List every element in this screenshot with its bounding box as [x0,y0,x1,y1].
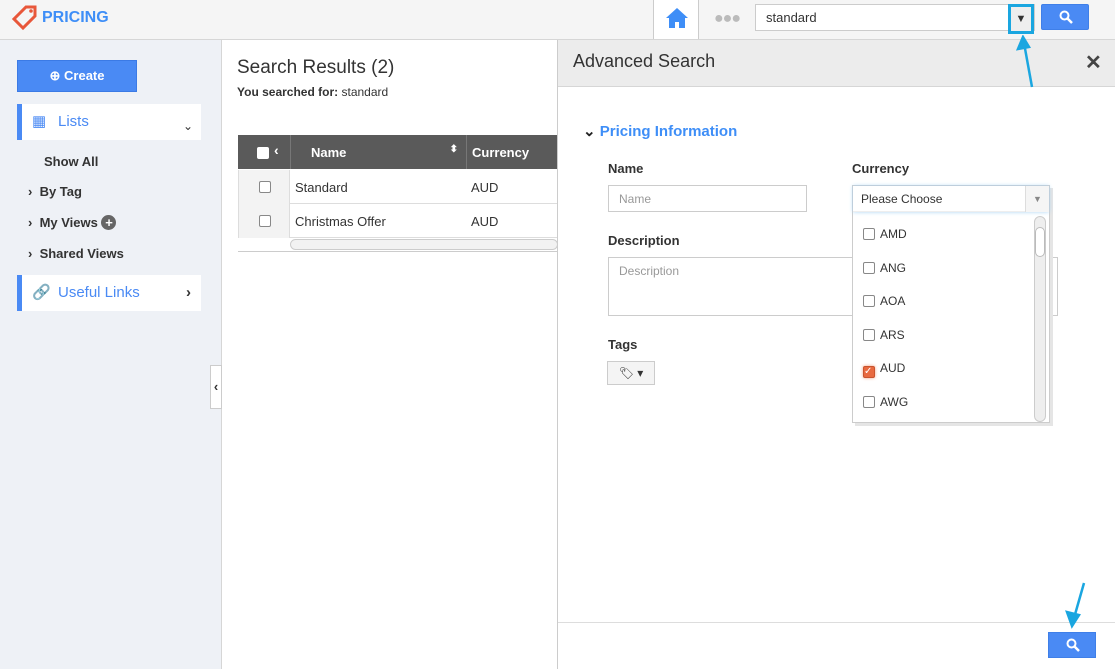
search-icon [1059,10,1073,24]
description-label: Description [608,233,680,248]
search-summary: You searched for: standard [237,85,389,99]
close-icon[interactable]: ✕ [1085,50,1102,75]
currency-option-aud[interactable]: ✓ AUD [863,360,905,380]
create-button[interactable]: ⊕ Create [17,60,137,92]
name-label: Name [608,161,644,176]
sidebar: ⊕ Create ▦ Lists ⌄ Show All › By Tag › M… [0,40,222,669]
chevron-right-icon: › [186,284,191,301]
option-checkbox[interactable]: ✓ [863,366,875,379]
grid-icon: ▦ [32,113,47,130]
select-all-checkbox[interactable] [257,147,269,159]
tags-label: Tags [608,337,638,352]
home-icon [666,8,688,28]
lists-panel[interactable]: ▦ Lists ⌄ [17,104,201,140]
useful-links-panel[interactable]: 🔗 Useful Links › [17,275,201,311]
add-view-icon[interactable]: + [101,215,117,230]
currency-select-value[interactable]: Please Choose ▼ [853,186,1049,212]
select-all-header[interactable]: ‹ [238,135,290,169]
tags-button[interactable]: 🏷 ▾ [607,361,655,385]
search-input[interactable]: standard [755,4,1035,31]
home-button[interactable] [653,0,699,39]
page-title: Search Results (2) [237,57,395,78]
currency-option-awg[interactable]: AWG [863,394,908,414]
plus-circle-icon: ⊕ [49,68,65,83]
caret-down-icon: ▼ [1025,186,1049,212]
option-checkbox[interactable] [863,228,875,240]
currency-option-amd[interactable]: AMD [863,226,907,246]
currency-select[interactable]: Please Choose ▼ AMD ANG AOA ARS ✓ AUD AWG [852,185,1050,423]
tag-icon: 🏷 [618,366,634,380]
annotation-arrow-icon [1065,582,1086,629]
price-tag-logo-icon [12,5,37,31]
sidebar-item-shared-views[interactable]: › Shared Views [28,246,124,261]
option-checkbox[interactable] [863,261,875,274]
search-button[interactable] [1041,4,1089,30]
currency-option-ars[interactable]: ARS [863,327,905,347]
sidebar-item-my-views[interactable]: › My Views + [28,215,117,230]
advanced-search-toggle[interactable]: ▼ [1008,4,1034,34]
advanced-search-submit-button[interactable] [1048,632,1096,658]
horizontal-scrollbar[interactable] [290,239,558,250]
top-bar: PRICING ●●● standard ▼ [0,0,1115,40]
chevron-right-icon: › [28,215,40,230]
column-header-currency[interactable]: Currency [466,135,558,169]
search-icon [1066,638,1080,652]
table-row[interactable]: Standard AUD [238,170,558,204]
annotation-arrow-icon [1015,35,1034,88]
chevron-down-icon: ▼ [1015,13,1027,25]
row-checkbox[interactable] [259,215,271,227]
table-row[interactable]: Christmas Offer AUD [238,204,558,238]
dropdown-scrollbar[interactable] [1034,216,1046,422]
row-checkbox[interactable] [259,181,271,193]
currency-option-aoa[interactable]: AOA [863,293,905,313]
sort-icon[interactable]: ⬍ [450,144,458,155]
currency-option-ang[interactable]: ANG [863,260,906,280]
option-checkbox[interactable] [863,396,875,408]
app-title: PRICING [42,9,109,26]
chevron-right-icon: › [28,246,40,261]
option-checkbox[interactable] [863,328,875,341]
section-pricing-information[interactable]: ⌄ Pricing Information [583,122,737,140]
dots-icon[interactable]: ●●● [714,10,741,28]
chevron-down-icon: ⌄ [182,119,193,133]
chevron-right-icon: › [28,184,40,199]
name-input[interactable]: Name [608,185,807,212]
option-checkbox[interactable] [863,295,875,308]
currency-label: Currency [852,161,910,176]
advanced-search-title: Advanced Search [573,51,716,71]
collapse-sidebar-button[interactable]: ‹ [210,365,222,409]
advanced-search-panel: Advanced Search ✕ ⌄ Pricing Information … [557,40,1115,669]
chevron-down-icon: ⌄ [583,123,600,140]
link-icon: 🔗 [32,284,51,301]
sidebar-item-by-tag[interactable]: › By Tag [28,184,82,199]
sidebar-item-show-all[interactable]: Show All [44,154,98,169]
column-header-name[interactable]: Name ⬍ [290,135,466,169]
